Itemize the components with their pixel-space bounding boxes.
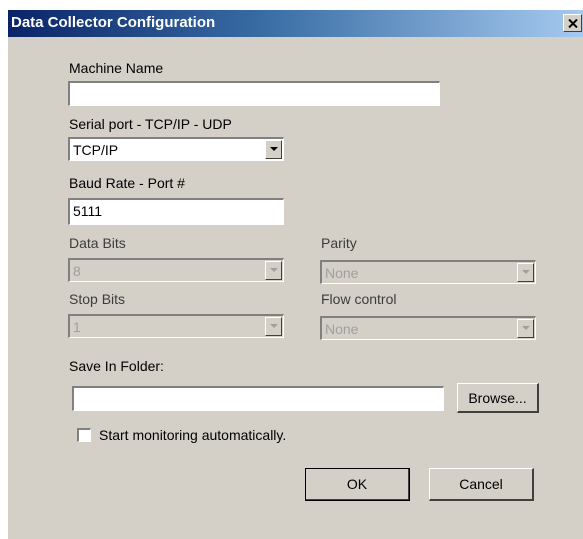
save-folder-label: Save In Folder: (69, 358, 164, 374)
connection-type-value: TCP/IP (73, 142, 119, 158)
close-icon (567, 18, 578, 28)
chevron-down-icon (521, 326, 530, 330)
flow-control-select: None (320, 316, 536, 340)
connection-type-dropdown-button[interactable] (265, 140, 282, 159)
flow-control-label: Flow control (321, 291, 397, 307)
title-bar[interactable]: Data Collector Configuration (8, 10, 583, 37)
chevron-down-icon (521, 270, 530, 274)
data-bits-dropdown-button (265, 261, 282, 280)
parity-value: None (325, 265, 359, 281)
data-bits-value: 8 (73, 263, 81, 279)
stop-bits-dropdown-button (265, 317, 282, 336)
baud-port-input[interactable]: 5111 (68, 198, 284, 225)
ok-button[interactable]: OK (305, 468, 410, 501)
baud-port-label: Baud Rate - Port # (69, 175, 185, 191)
parity-dropdown-button (517, 263, 534, 282)
chevron-down-icon (269, 147, 278, 151)
browse-button[interactable]: Browse... (457, 383, 539, 413)
window-title: Data Collector Configuration (11, 14, 216, 31)
parity-select: None (320, 260, 536, 284)
stop-bits-label: Stop Bits (69, 291, 126, 307)
machine-name-input[interactable] (68, 81, 440, 106)
chevron-down-icon (269, 268, 278, 272)
stop-bits-select: 1 (68, 314, 284, 338)
machine-name-label: Machine Name (69, 60, 164, 76)
dialog-window: Data Collector Configuration Machine Nam… (7, 9, 583, 539)
start-monitoring-checkbox[interactable] (77, 428, 91, 442)
flow-control-value: None (325, 321, 359, 337)
parity-label: Parity (321, 235, 357, 251)
chevron-down-icon (269, 324, 278, 328)
start-monitoring-label[interactable]: Start monitoring automatically. (99, 427, 286, 443)
cancel-button[interactable]: Cancel (429, 468, 534, 501)
save-folder-input[interactable] (72, 386, 444, 411)
flow-control-dropdown-button (517, 319, 534, 338)
close-button[interactable] (563, 14, 582, 32)
connection-type-select[interactable]: TCP/IP (68, 137, 284, 161)
stop-bits-value: 1 (73, 319, 81, 335)
data-bits-select: 8 (68, 258, 284, 282)
data-bits-label: Data Bits (69, 235, 126, 251)
connection-type-label: Serial port - TCP/IP - UDP (69, 116, 232, 132)
